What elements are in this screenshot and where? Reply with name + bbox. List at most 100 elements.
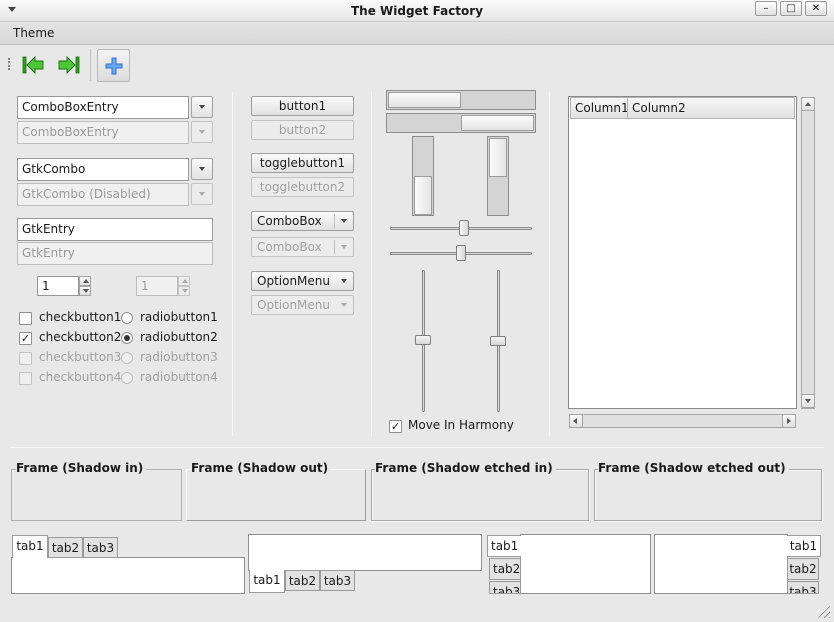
- optionmenu-value: OptionMenu: [257, 274, 330, 288]
- go-last-icon[interactable]: [57, 53, 81, 77]
- gtkentry-disabled-input: GtkEntry: [17, 242, 213, 265]
- scroll-left-button[interactable]: [569, 414, 583, 428]
- chevron-down-icon: [341, 303, 347, 307]
- arrow-up-icon: [182, 279, 188, 283]
- notebook-bottom-tab2[interactable]: tab2: [285, 570, 320, 591]
- spin-button-input[interactable]: 1: [37, 276, 79, 296]
- vscale-slider-2[interactable]: [490, 336, 506, 346]
- column-separator: [549, 92, 550, 436]
- radiobutton2-circle[interactable]: [121, 332, 133, 344]
- checkbutton2-label[interactable]: checkbutton2: [39, 330, 121, 344]
- comboboxentry-disabled-dropdown-button: [191, 121, 213, 143]
- arrow-down-icon: [83, 289, 89, 293]
- gtkcombo-input[interactable]: GtkCombo: [17, 158, 189, 181]
- arrow-down-icon: [182, 289, 188, 293]
- spin-button-disabled-input: 1: [136, 276, 178, 296]
- radiobutton1-label[interactable]: radiobutton1: [140, 310, 218, 324]
- notebook-left-tab1[interactable]: tab1: [487, 535, 521, 557]
- hscale-slider-1[interactable]: [459, 220, 469, 236]
- tree-column1-header[interactable]: Column1: [570, 97, 629, 119]
- chevron-down-icon: [341, 245, 347, 249]
- frame-shadow-etched-in: [371, 469, 589, 521]
- checkbutton1-label[interactable]: checkbutton1: [39, 310, 121, 324]
- radio-dot-icon: [124, 335, 130, 341]
- vertical-scrollbar[interactable]: [801, 97, 815, 409]
- button1[interactable]: button1: [251, 96, 354, 116]
- scroll-up-button[interactable]: [801, 97, 815, 111]
- frame-shadow-etched-in-label: Frame (Shadow etched in): [375, 461, 556, 475]
- maximize-button[interactable]: □: [780, 1, 802, 16]
- gtkcombo-dropdown-button[interactable]: [191, 158, 213, 180]
- frame-shadow-in-label: Frame (Shadow in): [16, 461, 147, 475]
- frame-shadow-out-label: Frame (Shadow out): [191, 461, 332, 475]
- spin-down-button[interactable]: [79, 286, 91, 296]
- checkbutton4-box: [19, 372, 32, 385]
- close-button[interactable]: ✕: [805, 1, 827, 16]
- go-first-icon[interactable]: [21, 53, 45, 77]
- radiobutton3-label: radiobutton3: [140, 350, 218, 364]
- combobox-divider: [334, 214, 335, 228]
- radiobutton3-circle: [121, 352, 133, 364]
- notebook-right-page: [654, 534, 788, 594]
- column-separator: [232, 92, 233, 436]
- frame-shadow-etched-out: [594, 469, 822, 521]
- harmony-checkbox[interactable]: ✓: [389, 420, 402, 433]
- optionmenu-disabled: OptionMenu: [251, 295, 354, 315]
- notebook-top-tab2[interactable]: tab2: [48, 537, 83, 558]
- vscale-slider-1[interactable]: [415, 335, 431, 345]
- menu-item-theme[interactable]: Theme: [13, 26, 54, 40]
- chevron-down-icon: [199, 167, 205, 171]
- checkbutton2-box[interactable]: ✓: [19, 332, 32, 345]
- scroll-right-button[interactable]: [782, 414, 796, 428]
- notebook-bottom-tab1[interactable]: tab1: [249, 570, 285, 593]
- combobox[interactable]: ComboBox: [251, 211, 354, 231]
- spin-up-button[interactable]: [79, 276, 91, 286]
- optionmenu-disabled-value: OptionMenu: [257, 298, 330, 312]
- hscale-slider-2[interactable]: [456, 245, 466, 261]
- scroll-down-button[interactable]: [801, 394, 815, 408]
- tree-view[interactable]: [568, 96, 797, 409]
- notebook-left-tab2[interactable]: tab2: [489, 558, 521, 580]
- notebook-top-tab3[interactable]: tab3: [83, 537, 118, 558]
- resize-grip-icon[interactable]: [816, 604, 830, 618]
- notebook-right-tab1[interactable]: tab1: [787, 535, 821, 557]
- notebook-right-tab3[interactable]: tab3: [787, 581, 819, 594]
- comboboxentry-dropdown-button[interactable]: [191, 96, 213, 118]
- tree-column2-header[interactable]: Column2: [627, 97, 795, 119]
- progress-bar-vertical-2: [487, 136, 509, 216]
- harmony-label[interactable]: Move In Harmony: [408, 418, 514, 432]
- minimize-icon: –: [763, 3, 769, 14]
- radiobutton4-label: radiobutton4: [140, 370, 218, 384]
- arrow-left-icon: [573, 418, 577, 424]
- minimize-button[interactable]: –: [755, 1, 777, 16]
- notebook-left-tab3[interactable]: tab3: [489, 581, 521, 594]
- progress-fill: [461, 115, 534, 131]
- maximize-icon: □: [786, 3, 796, 14]
- checkbutton3-box: [19, 352, 32, 365]
- comboboxentry-input[interactable]: ComboBoxEntry: [17, 96, 189, 119]
- progress-bar-horizontal-1: [386, 90, 536, 110]
- spin-disabled-up-button: [178, 276, 190, 286]
- window-title: The Widget Factory: [350, 4, 484, 18]
- arrow-down-icon: [805, 399, 811, 403]
- radiobutton4-circle: [121, 372, 133, 384]
- radiobutton1-circle[interactable]: [121, 312, 133, 324]
- chevron-down-icon: [341, 219, 347, 223]
- toolbar-grip[interactable]: [8, 58, 10, 70]
- checkbutton3-label: checkbutton3: [39, 350, 122, 364]
- notebook-right-tab2[interactable]: tab2: [787, 558, 819, 580]
- gtkentry-input[interactable]: GtkEntry: [17, 218, 213, 241]
- progress-bar-vertical-1: [412, 136, 434, 216]
- horizontal-scrollbar[interactable]: [569, 414, 796, 428]
- chevron-down-icon: [199, 130, 205, 134]
- checkbutton1-box[interactable]: [19, 312, 32, 325]
- optionmenu[interactable]: OptionMenu: [251, 271, 354, 291]
- combobox-disabled-value: ComboBox: [257, 240, 322, 254]
- togglebutton1[interactable]: togglebutton1: [251, 153, 354, 173]
- progress-fill: [489, 138, 507, 177]
- notebook-top-tab1[interactable]: tab1: [12, 535, 48, 558]
- notebook-bottom-tab3[interactable]: tab3: [320, 570, 355, 591]
- radiobutton2-label[interactable]: radiobutton2: [140, 330, 218, 344]
- menu-bar: [0, 23, 834, 45]
- add-button[interactable]: [97, 49, 130, 82]
